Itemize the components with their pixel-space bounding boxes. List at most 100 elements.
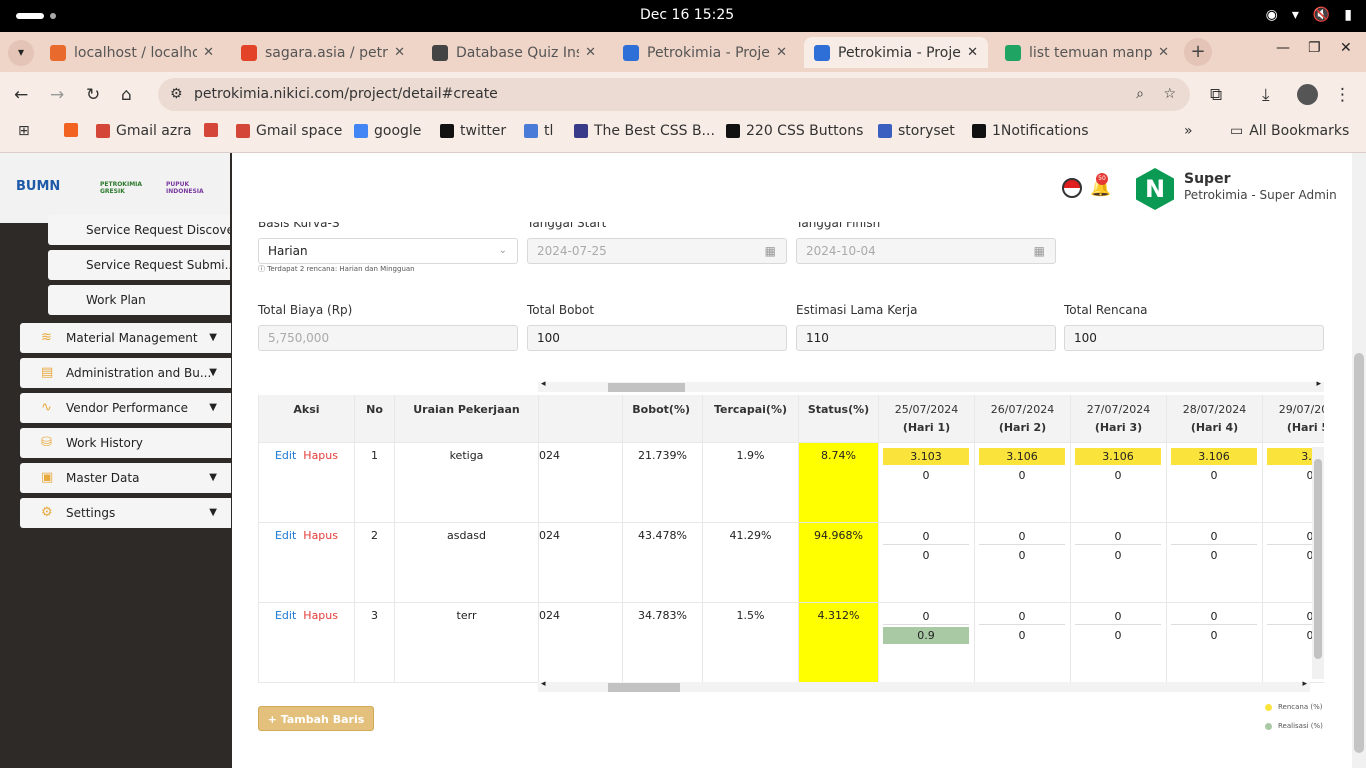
mute-icon[interactable]: 🔇 xyxy=(1313,7,1330,23)
all-bookmarks[interactable]: ▭ All Bookmarks xyxy=(1230,123,1349,139)
real-value[interactable]: 0 xyxy=(1171,547,1257,564)
sidebar-subitem[interactable]: Work Plan xyxy=(48,285,230,315)
real-value[interactable]: 0.9 xyxy=(883,627,969,644)
real-value[interactable]: 0 xyxy=(1075,467,1161,484)
wifi-icon[interactable]: ▾ xyxy=(1292,7,1299,23)
plan-value[interactable]: 3.106 xyxy=(1075,448,1161,465)
minimize-icon[interactable]: — xyxy=(1276,40,1290,56)
real-value[interactable]: 0 xyxy=(883,467,969,484)
total-biaya-input[interactable]: 5,750,000 xyxy=(258,325,518,351)
reload-icon[interactable]: ↻ xyxy=(86,85,100,105)
plan-value[interactable]: 3.106 xyxy=(1171,448,1257,465)
real-value[interactable]: 0 xyxy=(1171,467,1257,484)
download-icon[interactable]: ⤓ xyxy=(1262,85,1270,105)
chrome-icon[interactable]: ◉ xyxy=(1266,7,1278,23)
plan-value[interactable]: 0 xyxy=(883,528,969,545)
apps-grid-icon[interactable]: ⊞ xyxy=(18,123,30,139)
finish-date-input[interactable]: 2024-10-04 ▦ xyxy=(796,238,1056,264)
site-info-icon[interactable]: ⚙ xyxy=(170,78,183,111)
start-date-input[interactable]: 2024-07-25 ▦ xyxy=(527,238,787,264)
estimasi-input[interactable]: 110 xyxy=(796,325,1056,351)
table-top-scrollbar[interactable]: ◂ ▸ xyxy=(538,379,1324,392)
tab-close-icon[interactable]: ✕ xyxy=(967,45,978,60)
plan-value[interactable]: 0 xyxy=(883,608,969,625)
table-bottom-scrollbar-thumb[interactable] xyxy=(608,683,680,692)
plan-value[interactable]: 0 xyxy=(979,528,1065,545)
bookmark-item[interactable]: The Best CSS B... xyxy=(574,123,715,139)
tab-search-icon[interactable]: ▾ xyxy=(8,40,34,66)
battery-icon[interactable]: ▮ xyxy=(1344,7,1352,23)
real-value[interactable]: 0 xyxy=(1171,627,1257,644)
tab-close-icon[interactable]: ✕ xyxy=(776,45,787,60)
zoom-icon[interactable]: ⌕ xyxy=(1136,78,1144,111)
system-tray[interactable]: ◉ ▾ 🔇 ▮ xyxy=(1266,7,1352,23)
tab-close-icon[interactable]: ✕ xyxy=(1158,45,1169,60)
sidebar-menu-item[interactable]: ▣ Master Data ▼ xyxy=(20,463,231,493)
address-bar[interactable]: ⚙ petrokimia.nikici.com/project/detail#c… xyxy=(158,78,1190,111)
table-vertical-scrollbar[interactable] xyxy=(1312,447,1324,679)
close-window-icon[interactable]: ✕ xyxy=(1340,40,1352,56)
extensions-icon[interactable]: ⧉ xyxy=(1210,85,1222,105)
real-value[interactable]: 0 xyxy=(1075,627,1161,644)
sidebar-menu-item[interactable]: ∿ Vendor Performance ▼ xyxy=(20,393,231,423)
browser-tab[interactable]: Petrokimia - Proje ✕ xyxy=(804,37,988,68)
system-clock[interactable]: Dec 16 15:25 xyxy=(640,7,734,23)
scroll-right-icon[interactable]: ▸ xyxy=(1316,379,1321,389)
bookmark-item[interactable]: tl xyxy=(524,123,553,139)
workspace-dot[interactable] xyxy=(50,13,56,19)
edit-link[interactable]: Edit xyxy=(275,449,296,462)
more-bookmarks-icon[interactable]: » xyxy=(1184,123,1193,139)
page-scrollbar-thumb[interactable] xyxy=(1354,353,1364,753)
real-value[interactable]: 0 xyxy=(979,547,1065,564)
sidebar-subitem[interactable]: Service Request Discove xyxy=(48,215,230,245)
delete-link[interactable]: Hapus xyxy=(303,609,338,622)
forward-icon[interactable]: → xyxy=(50,85,64,105)
bookmark-item[interactable]: 220 CSS Buttons xyxy=(726,123,863,139)
table-top-scrollbar-thumb[interactable] xyxy=(608,383,685,392)
plan-value[interactable]: 0 xyxy=(1075,528,1161,545)
sidebar-menu-item[interactable]: ⛁ Work History xyxy=(20,428,231,458)
plan-value[interactable]: 3.106 xyxy=(979,448,1065,465)
sidebar-menu-item[interactable]: ▤ Administration and Bu... ▼ xyxy=(20,358,231,388)
plan-value[interactable]: 0 xyxy=(1075,608,1161,625)
tab-close-icon[interactable]: ✕ xyxy=(585,45,596,60)
bookmark-item[interactable]: storyset xyxy=(878,123,955,139)
scroll-right-icon[interactable]: ▸ xyxy=(1302,679,1307,689)
table-vertical-scrollbar-thumb[interactable] xyxy=(1314,459,1322,659)
plan-value[interactable]: 0 xyxy=(1171,608,1257,625)
real-value[interactable]: 0 xyxy=(979,467,1065,484)
real-value[interactable]: 0 xyxy=(1075,547,1161,564)
browser-tab[interactable]: list temuan manp ✕ xyxy=(995,37,1179,68)
workspace-indicator[interactable] xyxy=(16,13,44,19)
bookmark-item[interactable]: 1Notifications xyxy=(972,123,1089,139)
scroll-left-icon[interactable]: ◂ xyxy=(541,679,546,689)
page-scrollbar[interactable] xyxy=(1352,153,1366,768)
real-value[interactable]: 0 xyxy=(883,547,969,564)
bookmark-item[interactable]: twitter xyxy=(440,123,506,139)
tab-close-icon[interactable]: ✕ xyxy=(203,45,214,60)
bookmark-item[interactable]: Gmail space xyxy=(236,123,342,139)
browser-tab[interactable]: Database Quiz Ins ✕ xyxy=(422,37,606,68)
edit-link[interactable]: Edit xyxy=(275,609,296,622)
browser-tab[interactable]: sagara.asia / petro ✕ xyxy=(231,37,415,68)
new-tab-button[interactable]: + xyxy=(1184,38,1212,66)
real-value[interactable]: 0 xyxy=(979,627,1065,644)
delete-link[interactable]: Hapus xyxy=(303,449,338,462)
scroll-left-icon[interactable]: ◂ xyxy=(541,379,546,389)
add-row-button[interactable]: + Tambah Baris xyxy=(258,706,374,731)
basis-select[interactable]: Harian ⌄ xyxy=(258,238,518,264)
gmail-icon[interactable] xyxy=(204,123,224,137)
sidebar-menu-item[interactable]: ≋ Material Management ▼ xyxy=(20,323,231,353)
home-icon[interactable]: ⌂ xyxy=(121,85,132,105)
plan-value[interactable]: 0 xyxy=(1171,528,1257,545)
maximize-icon[interactable]: ❐ xyxy=(1308,40,1321,56)
delete-link[interactable]: Hapus xyxy=(303,529,338,542)
star-icon[interactable]: ☆ xyxy=(1163,78,1176,111)
browser-tab[interactable]: localhost / localho ✕ xyxy=(40,37,224,68)
plan-value[interactable]: 0 xyxy=(979,608,1065,625)
edit-link[interactable]: Edit xyxy=(275,529,296,542)
profile-avatar[interactable] xyxy=(1297,84,1318,105)
total-rencana-input[interactable]: 100 xyxy=(1064,325,1324,351)
sidebar-menu-item[interactable]: ⚙ Settings ▼ xyxy=(20,498,231,528)
bookmark-item[interactable]: google xyxy=(354,123,421,139)
